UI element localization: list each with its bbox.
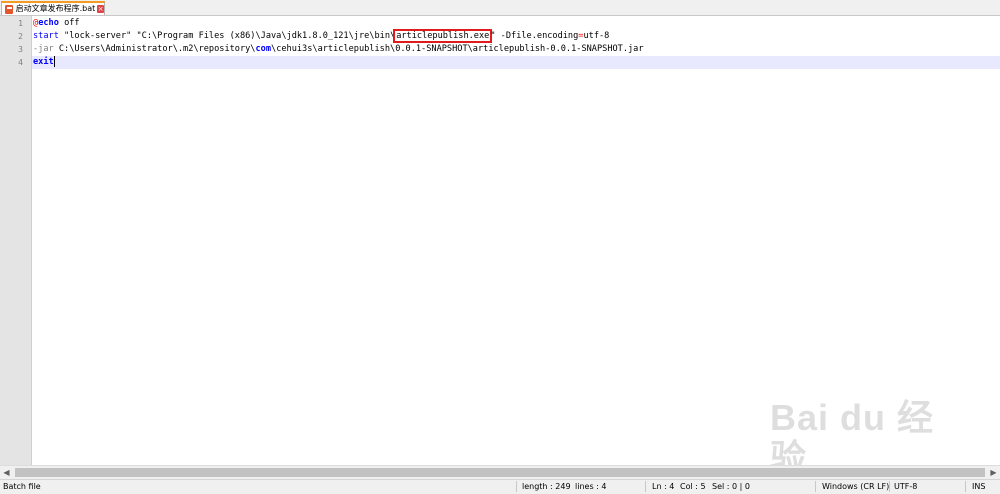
line-number-gutter: 1 2 3 4 xyxy=(0,16,32,465)
editor-area[interactable]: 1 2 3 4 @echo off start "lock-server" "C… xyxy=(0,16,1000,465)
echo-argument: off xyxy=(58,18,80,28)
jar-path-start: C:\Users\Administrator\.m2\repository\ xyxy=(53,44,256,54)
line-number: 1 xyxy=(18,19,23,28)
tab-bar: 启动文章发布程序.bat × xyxy=(0,0,1000,16)
status-bar: Batch file length : 249 lines : 4 Ln : 4… xyxy=(0,479,1000,493)
java-option: " -Dfile.encoding xyxy=(490,31,579,41)
highlighted-exe-name: articlepublish.exe xyxy=(393,29,493,43)
status-file-type: Batch file xyxy=(3,482,41,491)
status-length: length : 249 xyxy=(522,482,571,491)
code-line-3[interactable]: -jar C:\Users\Administrator\.m2\reposito… xyxy=(32,43,1000,56)
status-sel: Sel : 0 | 0 xyxy=(712,482,750,491)
jar-path-end: \cehui3s\articlepublish\0.0.1-SNAPSHOT\a… xyxy=(271,44,644,54)
scroll-right-icon[interactable]: ▶ xyxy=(987,466,1000,479)
keyword-echo: echo xyxy=(38,18,59,28)
keyword-start: start xyxy=(33,31,65,41)
encoding-value: utf-8 xyxy=(583,31,610,41)
keyword-exit: exit xyxy=(33,57,54,67)
line-number: 2 xyxy=(18,32,23,41)
jar-switch: -jar xyxy=(33,44,54,54)
tab-active-file[interactable]: 启动文章发布程序.bat × xyxy=(1,1,105,15)
scroll-left-icon[interactable]: ◀ xyxy=(0,466,13,479)
tab-label: 启动文章发布程序.bat xyxy=(15,4,96,13)
horizontal-scrollbar[interactable]: ◀ ▶ xyxy=(0,465,1000,479)
text-caret xyxy=(53,56,55,67)
line-number: 4 xyxy=(18,58,23,67)
code-line-1[interactable]: @echo off xyxy=(32,17,1000,30)
start-path: "lock-server" "C:\Program Files (x86)\Ja… xyxy=(64,31,396,41)
close-icon[interactable]: × xyxy=(97,5,104,13)
status-separator xyxy=(815,481,816,492)
status-lines: lines : 4 xyxy=(575,482,607,491)
line-number: 3 xyxy=(18,45,23,54)
status-separator xyxy=(516,481,517,492)
status-eol[interactable]: Windows (CR LF) xyxy=(822,480,889,493)
code-line-4[interactable]: exit xyxy=(32,56,1000,69)
keyword-com: com xyxy=(255,44,272,54)
status-encoding[interactable]: UTF-8 xyxy=(894,480,917,493)
save-state-icon xyxy=(5,4,13,14)
status-separator xyxy=(889,481,890,492)
status-insert-mode[interactable]: INS xyxy=(972,480,985,493)
code-line-2[interactable]: start "lock-server" "C:\Program Files (x… xyxy=(32,29,1000,43)
status-ln: Ln : 4 xyxy=(652,482,675,491)
code-text-area[interactable]: @echo off start "lock-server" "C:\Progra… xyxy=(32,16,1000,465)
scrollbar-thumb[interactable] xyxy=(15,468,985,477)
status-separator xyxy=(965,481,966,492)
status-separator xyxy=(645,481,646,492)
status-col: Col : 5 xyxy=(680,482,706,491)
